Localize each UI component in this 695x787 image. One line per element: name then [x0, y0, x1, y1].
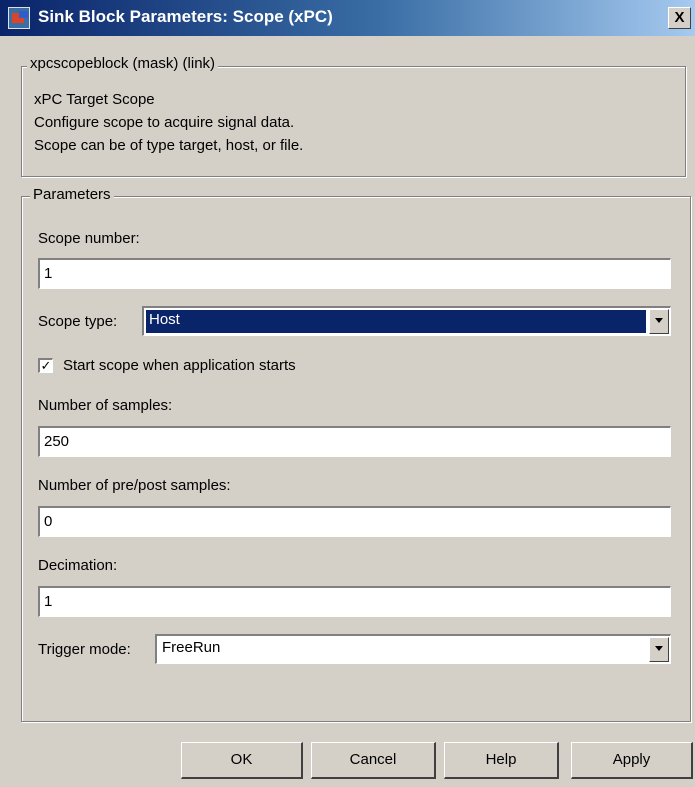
- parameters-group-label: Parameters: [30, 186, 114, 203]
- trigger-mode-value: FreeRun: [162, 639, 221, 656]
- start-scope-checkbox[interactable]: ✓: [38, 358, 53, 373]
- trigger-mode-label: Trigger mode:: [38, 641, 131, 658]
- close-button[interactable]: X: [668, 7, 691, 29]
- simulink-block-icon: [8, 7, 30, 29]
- decimation-label: Decimation:: [38, 557, 118, 574]
- scope-type-label: Scope type:: [38, 313, 118, 330]
- mask-description-line-1: xPC Target Scope: [34, 91, 155, 108]
- mask-description-line-2: Configure scope to acquire signal data.: [34, 114, 295, 131]
- trigger-mode-dropdown[interactable]: FreeRun: [155, 634, 671, 664]
- number-of-samples-label: Number of samples:: [38, 397, 173, 414]
- title-bar[interactable]: Sink Block Parameters: Scope (xPC) X: [0, 0, 695, 36]
- window-title: Sink Block Parameters: Scope (xPC): [38, 7, 333, 26]
- pre-post-samples-field[interactable]: 0: [38, 506, 671, 537]
- start-scope-label[interactable]: Start scope when application starts: [63, 357, 296, 374]
- decimation-field[interactable]: 1: [38, 586, 671, 617]
- cancel-button[interactable]: Cancel: [311, 742, 436, 779]
- scope-number-label: Scope number:: [38, 230, 140, 247]
- chevron-down-icon[interactable]: [649, 309, 669, 334]
- check-icon: ✓: [40, 358, 52, 373]
- help-button[interactable]: Help: [444, 742, 559, 779]
- apply-button[interactable]: Apply: [571, 742, 693, 779]
- mask-group-label: xpcscopeblock (mask) (link): [27, 55, 219, 72]
- mask-description-line-3: Scope can be of type target, host, or fi…: [34, 137, 304, 154]
- scope-type-dropdown[interactable]: Host: [142, 306, 671, 336]
- scope-type-value: Host: [146, 310, 646, 333]
- scope-number-field[interactable]: 1: [38, 258, 671, 289]
- ok-button[interactable]: OK: [181, 742, 303, 779]
- pre-post-samples-label: Number of pre/post samples:: [38, 477, 231, 494]
- number-of-samples-field[interactable]: 250: [38, 426, 671, 457]
- chevron-down-icon[interactable]: [649, 637, 669, 662]
